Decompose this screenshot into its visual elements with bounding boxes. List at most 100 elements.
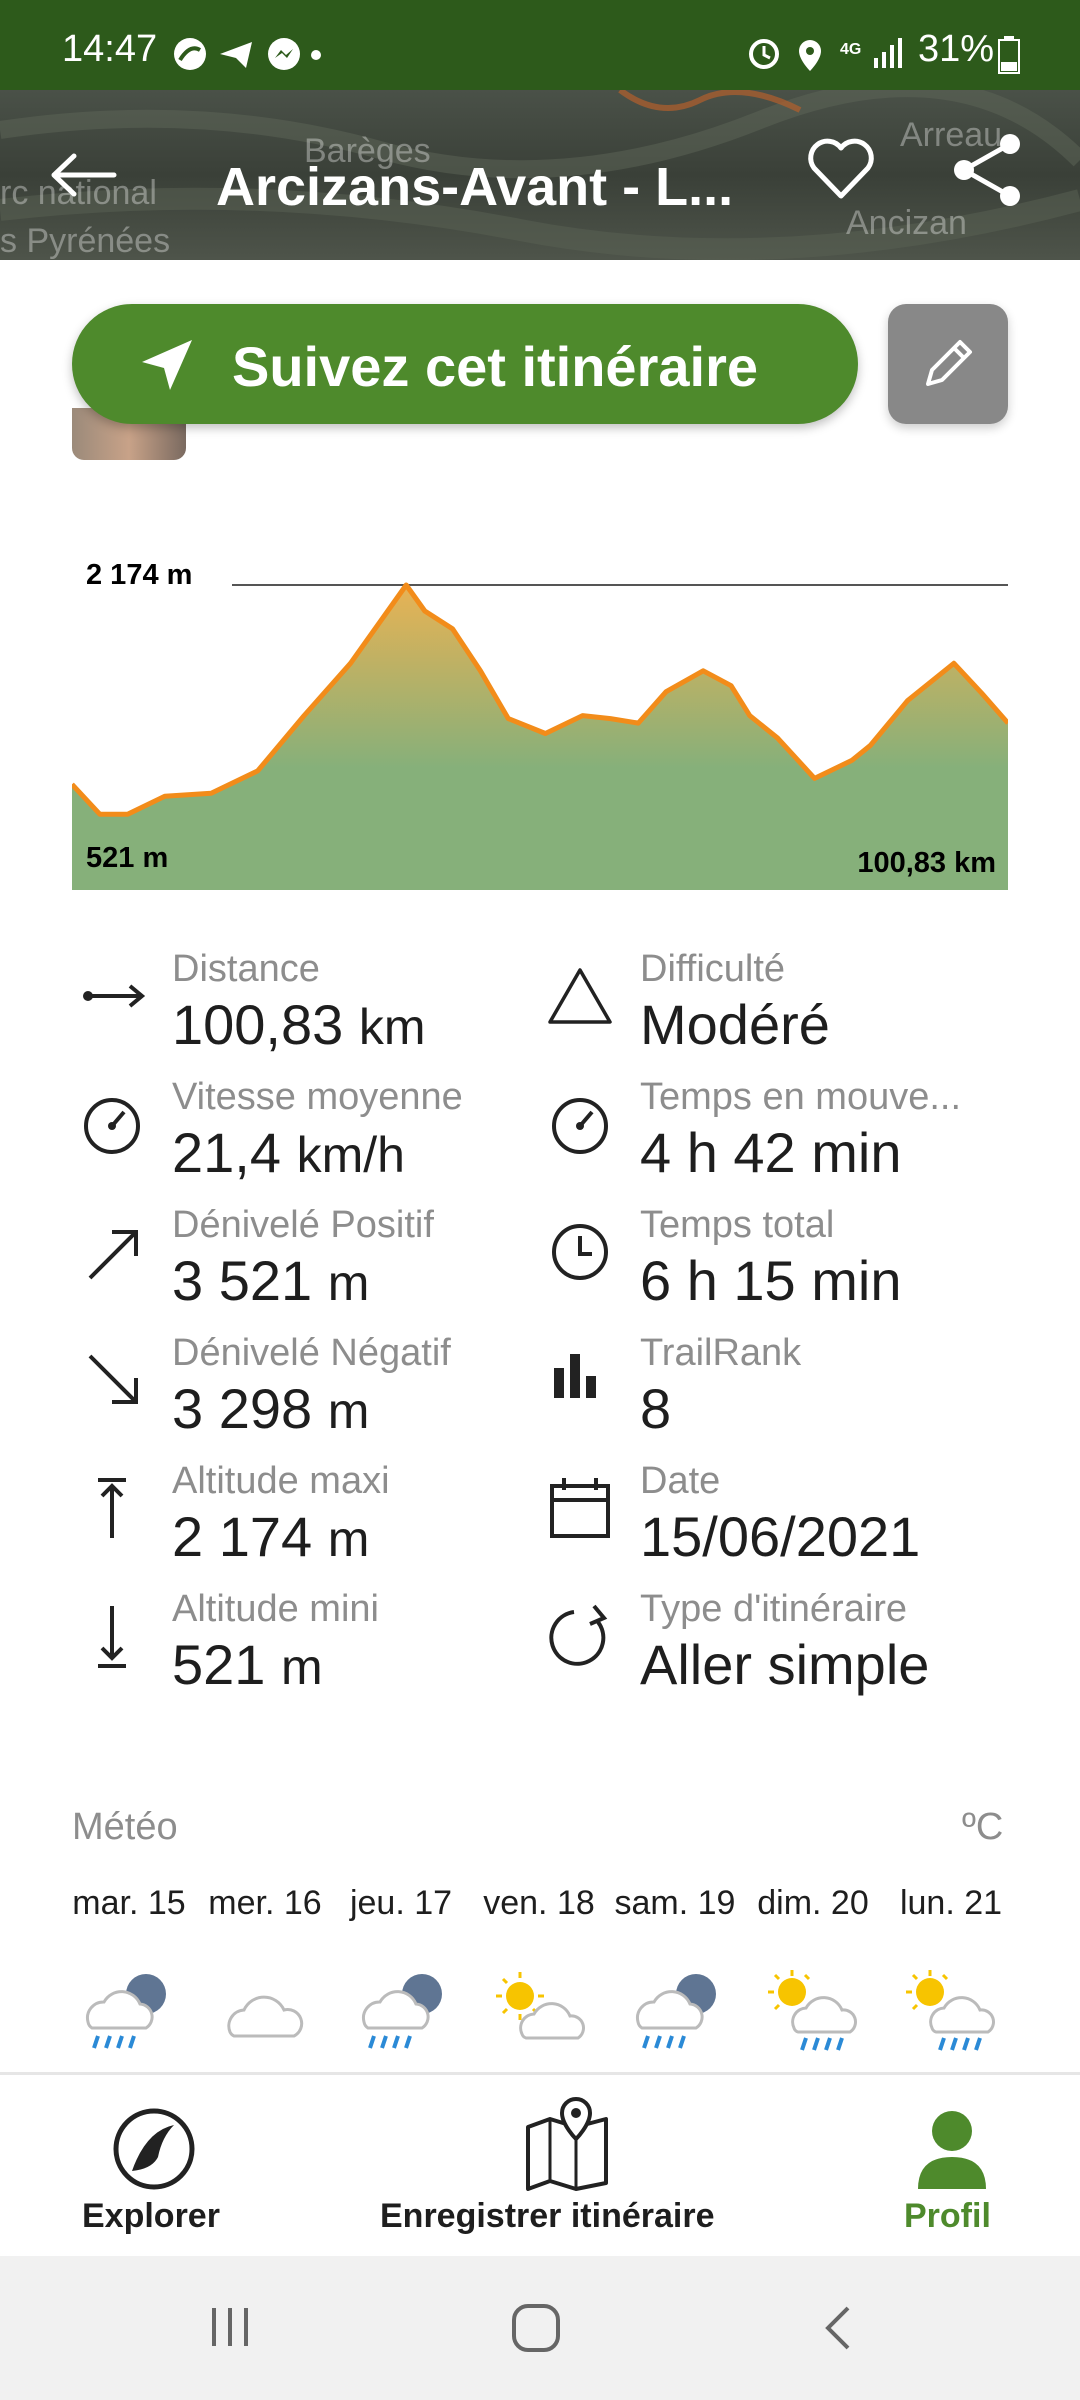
calendar-icon xyxy=(550,1478,610,1538)
nav-label: Enregistrer itinéraire xyxy=(380,2197,715,2235)
stat-average-speed: Vitesse moyenne 21,4 km/h xyxy=(76,1076,546,1204)
elevation-area xyxy=(72,585,1008,890)
stat-value: 521 m xyxy=(172,1633,323,1696)
back-button-icon[interactable] xyxy=(818,2304,858,2354)
battery-icon xyxy=(998,36,1020,74)
weather-unit-toggle[interactable]: ºC xyxy=(962,1806,1003,1849)
stat-route-type: Type d'itinéraire Aller simple xyxy=(544,1588,1014,1716)
explorer-compass-icon xyxy=(113,2108,195,2190)
max-altitude-label: 2 174 m xyxy=(86,559,192,591)
nav-label: Explorer xyxy=(82,2197,220,2235)
weather-day-label: ven. 18 xyxy=(483,1884,595,1922)
triangle-icon xyxy=(548,968,612,1024)
distance-label: 100,83 km xyxy=(857,847,996,879)
loop-arrow-icon xyxy=(549,1604,608,1666)
weather-day-label: jeu. 17 xyxy=(349,1884,453,1922)
stat-value: 6 h 15 min xyxy=(640,1249,902,1312)
nav-explorer[interactable]: Explorer xyxy=(60,2075,250,2259)
share-icon[interactable] xyxy=(948,132,1028,208)
nav-record-route[interactable]: Enregistrer itinéraire xyxy=(370,2075,760,2259)
battery-percentage: 31% xyxy=(918,28,995,70)
map-label: s Pyrénées xyxy=(0,222,171,260)
rain-cloud-icon xyxy=(86,1974,166,2049)
stat-label: Vitesse moyenne xyxy=(172,1076,463,1118)
cloud-icon xyxy=(227,1995,304,2038)
weather-day-label: mer. 16 xyxy=(208,1884,322,1922)
favorite-heart-icon[interactable] xyxy=(806,136,876,202)
stat-min-altitude: Altitude mini 521 m xyxy=(76,1588,546,1716)
edit-button[interactable] xyxy=(888,304,1008,424)
stat-label: Temps en mouve... xyxy=(640,1076,962,1118)
stat-value: 4 h 42 min xyxy=(640,1121,902,1184)
stat-negative-elevation: Dénivelé Négatif 3 298 m xyxy=(76,1332,546,1460)
header-map-banner: Barèges rc national s Pyrénées Arreau An… xyxy=(0,90,1080,260)
stat-value: 100,83 km xyxy=(172,993,426,1056)
rain-cloud-icon xyxy=(362,1974,442,2049)
nav-label: Profil xyxy=(904,2197,991,2235)
speedometer-icon xyxy=(552,1098,608,1154)
sun-rain-icon xyxy=(906,1970,995,2051)
weather-day-label: mar. 15 xyxy=(72,1884,186,1922)
system-navigation-bar xyxy=(0,2256,1080,2400)
nav-profile[interactable]: Profil xyxy=(880,2075,1020,2259)
stat-value: 15/06/2021 xyxy=(640,1505,921,1568)
status-bar: 14:47 4G 31% xyxy=(0,0,1080,90)
back-arrow-icon[interactable] xyxy=(48,150,120,200)
arrow-down-to-bar-icon xyxy=(98,1606,126,1668)
weather-title: Météo xyxy=(72,1806,178,1848)
home-button-icon[interactable] xyxy=(508,2302,568,2354)
sun-rain-icon xyxy=(768,1970,857,2051)
arrow-up-right-icon xyxy=(88,1230,138,1280)
navigation-arrow-icon xyxy=(142,340,192,390)
stat-value: 2 174 m xyxy=(172,1505,370,1568)
recent-apps-icon[interactable] xyxy=(206,2302,256,2352)
stat-label: Distance xyxy=(172,948,320,990)
stat-value: 8 xyxy=(640,1377,672,1440)
stat-label: TrailRank xyxy=(640,1332,802,1374)
follow-route-label: Suivez cet itinéraire xyxy=(232,335,759,398)
stat-date: Date 15/06/2021 xyxy=(544,1460,1014,1588)
network-type: 4G xyxy=(840,41,861,58)
sun-cloud-icon xyxy=(496,1972,585,2040)
pencil-icon xyxy=(926,340,972,386)
speedometer-icon xyxy=(84,1098,140,1154)
clock-icon xyxy=(552,1224,608,1280)
weather-day-label: sam. 19 xyxy=(614,1884,736,1922)
system-status-icons: 4G xyxy=(749,38,902,71)
min-altitude-label: 521 m xyxy=(86,842,168,874)
notification-icons xyxy=(174,38,321,70)
stat-label: Date xyxy=(640,1460,721,1502)
bar-chart-icon xyxy=(554,1354,596,1398)
rain-cloud-icon xyxy=(636,1974,716,2049)
arrow-up-to-bar-icon xyxy=(98,1478,126,1538)
stat-label: Dénivelé Positif xyxy=(172,1204,434,1246)
stat-value: 3 521 m xyxy=(172,1249,370,1312)
stat-trailrank: TrailRank 8 xyxy=(544,1332,1014,1460)
stat-label: Type d'itinéraire xyxy=(640,1588,908,1630)
stat-value: Modéré xyxy=(640,993,830,1056)
stat-max-altitude: Altitude maxi 2 174 m xyxy=(76,1460,546,1588)
status-time: 14:47 xyxy=(62,28,158,70)
stat-label: Altitude maxi xyxy=(172,1460,390,1502)
stat-value: Aller simple xyxy=(640,1633,930,1696)
weather-day-label: dim. 20 xyxy=(757,1884,869,1922)
arrow-down-right-icon xyxy=(88,1354,138,1404)
elevation-profile-chart: 2 174 m 521 m 100,83 km xyxy=(72,559,1008,890)
profile-avatar-icon xyxy=(918,2111,986,2189)
stat-label: Temps total xyxy=(640,1204,835,1246)
stat-value: 21,4 km/h xyxy=(172,1121,405,1184)
stat-difficulty: Difficulté Modéré xyxy=(544,948,1014,1076)
stat-moving-time: Temps en mouve... 4 h 42 min xyxy=(544,1076,1014,1204)
map-pin-icon xyxy=(526,2097,608,2191)
stat-label: Dénivelé Négatif xyxy=(172,1332,451,1374)
stat-value: 3 298 m xyxy=(172,1377,370,1440)
bottom-navigation: Explorer Enregistrer itinéraire Profil xyxy=(0,2072,1080,2259)
stat-total-time: Temps total 6 h 15 min xyxy=(544,1204,1014,1332)
stat-label: Difficulté xyxy=(640,948,786,990)
weather-day-label: lun. 21 xyxy=(899,1884,1003,1922)
page-title: Arcizans-Avant - L... xyxy=(216,157,734,217)
follow-route-button[interactable]: Suivez cet itinéraire xyxy=(72,304,858,424)
map-label: Ancizan xyxy=(846,204,967,242)
stat-positive-elevation: Dénivelé Positif 3 521 m xyxy=(76,1204,546,1332)
distance-arrow-icon xyxy=(83,984,146,1008)
